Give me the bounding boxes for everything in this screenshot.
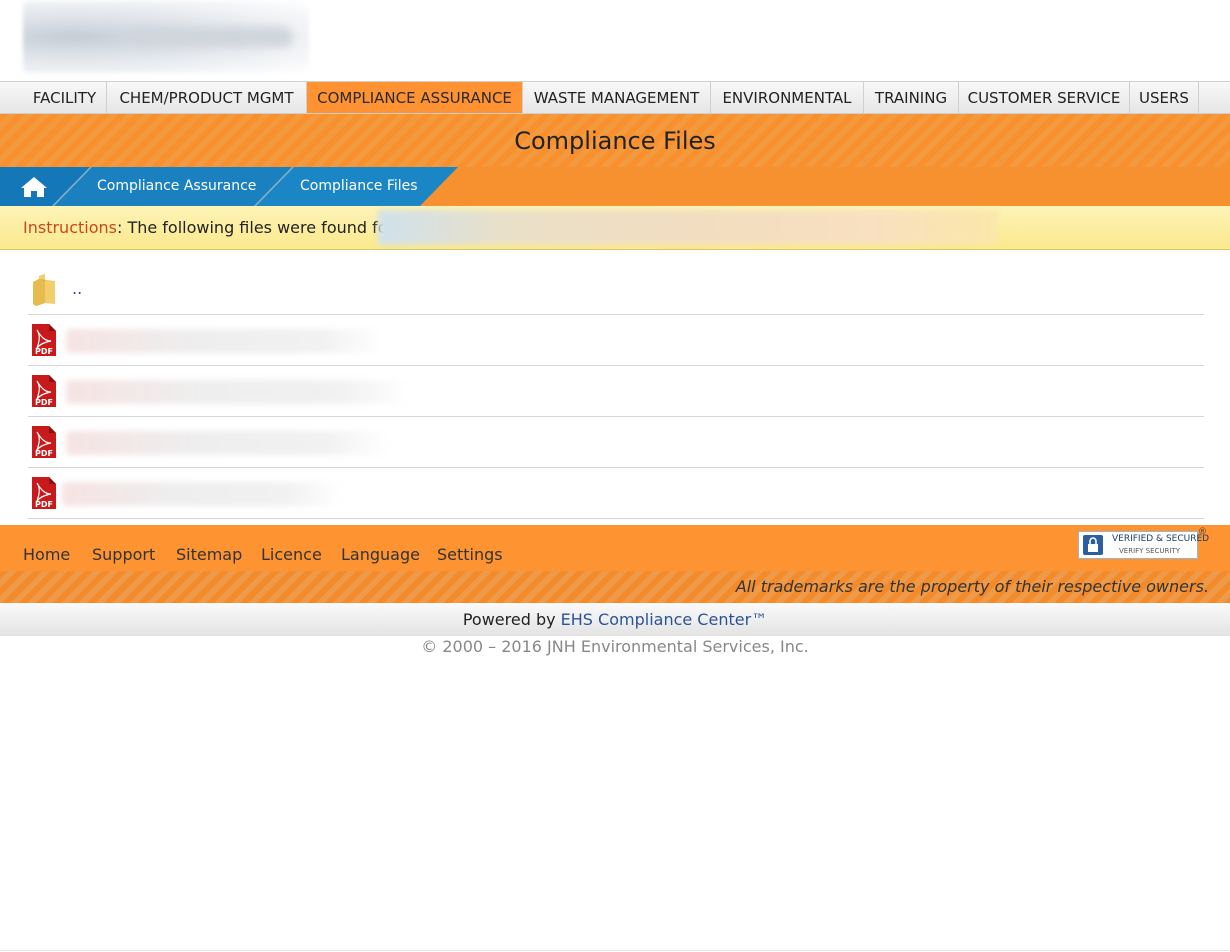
badge-subtitle: VERIFY SECURITY (1119, 547, 1181, 555)
redacted-file-name[interactable] (62, 482, 342, 506)
nav-item-users[interactable]: USERS (1130, 82, 1199, 113)
trademark-notice: All trademarks are the property of their… (735, 577, 1209, 596)
powered-by-bar: Powered by EHS Compliance Center™ (0, 603, 1230, 636)
powered-by-prefix: Powered by (462, 610, 561, 629)
instructions-label: Instructions (23, 218, 117, 237)
bottom-divider (0, 950, 1230, 951)
header (0, 0, 1230, 81)
folder-icon (33, 274, 55, 306)
redacted-file-name[interactable] (66, 431, 390, 455)
nav-item-environmental[interactable]: ENVIRONMENTAL (711, 82, 864, 113)
pdf-icon: PDF (32, 477, 56, 509)
nav-item-waste-management[interactable]: WASTE MANAGEMENT (523, 82, 711, 113)
breadcrumb: Compliance Assurance Compliance Files (0, 167, 460, 206)
pdf-icon-label: PDF (35, 500, 53, 509)
badge-title: VERIFIED & SECURED (1112, 534, 1210, 544)
pdf-icon-label: PDF (35, 449, 53, 458)
file-row[interactable]: PDF (28, 315, 1204, 366)
nav-item-facility[interactable]: FACILITY (23, 82, 107, 113)
nav-item-chem-product-mgmt[interactable]: CHEM/PRODUCT MGMT (107, 82, 307, 113)
pdf-icon-label: PDF (35, 347, 53, 356)
file-row[interactable]: PDF (28, 417, 1204, 468)
file-row-parent-folder[interactable]: .. (28, 265, 1204, 315)
footer-nav: Home Support Sitemap Licence Language Se… (0, 525, 1230, 571)
file-list: .. PDF PDF PDF PDF (28, 265, 1204, 519)
file-row[interactable]: PDF (28, 366, 1204, 417)
nav-item-compliance-assurance[interactable]: COMPLIANCE ASSURANCE (307, 82, 523, 113)
pdf-icon: PDF (32, 375, 56, 407)
redacted-facility-name (378, 210, 998, 245)
instructions-body: : The following files were found for (116, 218, 395, 237)
main-nav: FACILITY CHEM/PRODUCT MGMT COMPLIANCE AS… (0, 81, 1230, 114)
pdf-icon: PDF (32, 426, 56, 458)
parent-folder-link[interactable]: .. (72, 279, 82, 298)
breadcrumb-item-compliance-files[interactable]: Compliance Files (300, 167, 418, 206)
lock-icon (1083, 535, 1103, 555)
instructions-bar: Instructions: The following files were f… (0, 206, 1230, 250)
registered-mark: ® (1198, 527, 1207, 537)
nav-item-customer-service[interactable]: CUSTOMER SERVICE (959, 82, 1130, 113)
powered-by-link[interactable]: EHS Compliance Center™ (561, 610, 768, 629)
security-seal-badge[interactable]: VERIFIED & SECURED VERIFY SECURITY (1078, 531, 1209, 559)
nav-item-training[interactable]: TRAINING (864, 82, 959, 113)
file-row[interactable]: PDF (28, 468, 1204, 519)
instructions-text: Instructions: The following files were f… (23, 206, 394, 250)
breadcrumb-item-compliance-assurance[interactable]: Compliance Assurance (97, 167, 256, 206)
copyright: © 2000 – 2016 JNH Environmental Services… (421, 637, 809, 656)
logo-wordmark (133, 27, 293, 47)
redacted-file-name[interactable] (66, 380, 410, 404)
title-band: Compliance Files (0, 114, 1230, 167)
page-title: Compliance Files (514, 127, 716, 155)
page: FACILITY CHEM/PRODUCT MGMT COMPLIANCE AS… (0, 0, 1230, 952)
trademark-band: All trademarks are the property of their… (0, 571, 1230, 603)
pdf-icon-label: PDF (35, 398, 53, 407)
home-icon[interactable] (20, 176, 48, 198)
breadcrumb-bar: Compliance Assurance Compliance Files (0, 167, 1230, 206)
redacted-file-name[interactable] (66, 329, 384, 353)
company-logo[interactable] (23, 1, 309, 73)
pdf-icon: PDF (32, 324, 56, 356)
